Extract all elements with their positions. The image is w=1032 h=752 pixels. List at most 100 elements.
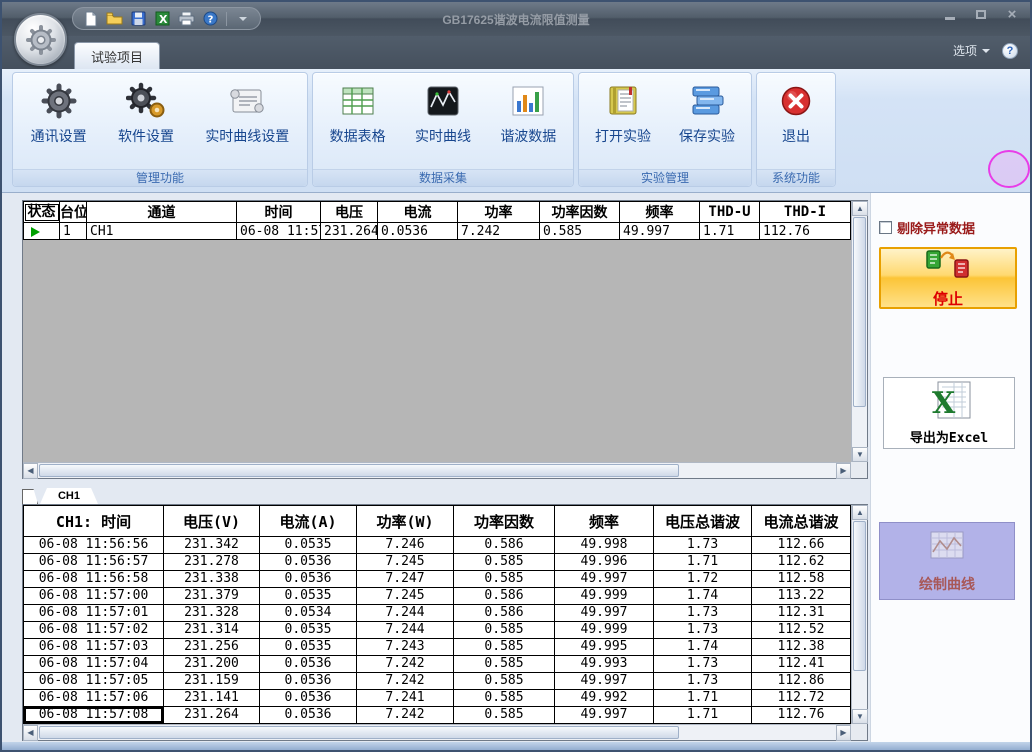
play-status-icon <box>31 227 40 237</box>
history-cell: 0.585 <box>454 690 555 707</box>
scroll-left-arrow[interactable]: ◀ <box>23 725 38 741</box>
scroll-thumb[interactable] <box>853 217 866 407</box>
history-cell: 06-08 11:57:05 <box>24 673 164 690</box>
history-row[interactable]: 06-08 11:57:08231.2640.05367.2420.58549.… <box>24 707 851 724</box>
exit-x-icon <box>778 80 814 122</box>
close-button[interactable]: × <box>1004 7 1020 22</box>
new-file-icon[interactable] <box>82 10 99 27</box>
scroll-track <box>680 725 836 740</box>
history-cell: 112.38 <box>752 639 851 656</box>
history-cell: 7.247 <box>357 571 454 588</box>
history-row[interactable]: 06-08 11:57:06231.1410.05367.2410.58549.… <box>24 690 851 707</box>
history-cell: 1.73 <box>654 673 752 690</box>
open-folder-icon[interactable] <box>106 10 123 27</box>
scroll-thumb[interactable] <box>39 464 679 477</box>
live-row[interactable]: 1 CH1 06-08 11:57:08 231.264 0.0536 7.24… <box>24 223 851 240</box>
print-icon[interactable] <box>178 10 195 27</box>
history-row[interactable]: 06-08 11:56:56231.3420.05357.2460.58649.… <box>24 537 851 554</box>
exclude-abnormal-checkbox[interactable]: 剔除异常数据 <box>879 218 975 237</box>
realtime-curve-button[interactable]: 实时曲线 <box>408 76 478 169</box>
comm-settings-button[interactable]: 通讯设置 <box>24 76 94 169</box>
scroll-down-arrow[interactable]: ▼ <box>852 709 868 724</box>
open-experiment-button[interactable]: 打开实验 <box>588 76 658 169</box>
bar-chart-icon <box>509 80 547 122</box>
app-menu-button[interactable] <box>14 13 67 66</box>
history-cell: 06-08 11:57:01 <box>24 605 164 622</box>
col-power: 功率 <box>458 202 540 223</box>
tab-ch1[interactable]: CH1 <box>40 488 98 504</box>
scroll-track <box>680 463 836 478</box>
history-cell: 0.0535 <box>260 537 357 554</box>
button-label: 软件设置 <box>118 126 174 146</box>
realtime-curve-settings-button[interactable]: 实时曲线设置 <box>198 76 296 169</box>
stop-button[interactable]: 停止 <box>879 247 1017 309</box>
history-row[interactable]: 06-08 11:57:03231.2560.05357.2430.58549.… <box>24 639 851 656</box>
scroll-up-arrow[interactable]: ▲ <box>852 201 868 216</box>
data-table-button[interactable]: 数据表格 <box>323 76 393 169</box>
history-cell: 06-08 11:57:04 <box>24 656 164 673</box>
harmonic-data-button[interactable]: 谐波数据 <box>493 76 563 169</box>
save-experiment-button[interactable]: 保存实验 <box>672 76 742 169</box>
oscilloscope-icon <box>424 80 462 122</box>
history-row[interactable]: 06-08 11:57:04231.2000.05367.2420.58549.… <box>24 656 851 673</box>
history-row[interactable]: 06-08 11:57:01231.3280.05347.2440.58649.… <box>24 605 851 622</box>
scroll-right-arrow[interactable]: ▶ <box>836 463 851 479</box>
history-cell: 112.58 <box>752 571 851 588</box>
col-power-factor: 功率因数 <box>454 506 555 537</box>
history-cell: 0.585 <box>454 707 555 724</box>
scroll-left-arrow[interactable]: ◀ <box>23 463 38 479</box>
history-cell: 0.0535 <box>260 622 357 639</box>
history-row[interactable]: 06-08 11:57:05231.1590.05367.2420.58549.… <box>24 673 851 690</box>
history-cell: 0.586 <box>454 605 555 622</box>
maximize-button[interactable] <box>973 7 989 22</box>
col-voltage-v: 电压(V) <box>164 506 260 537</box>
history-row[interactable]: 06-08 11:56:58231.3380.05367.2470.58549.… <box>24 571 851 588</box>
minimize-button[interactable] <box>942 7 958 22</box>
exit-button[interactable]: 退出 <box>771 76 821 169</box>
channel-tab-strip: CH1 <box>22 487 868 504</box>
history-cell: 06-08 11:56:56 <box>24 537 164 554</box>
save-icon[interactable] <box>130 10 147 27</box>
history-row[interactable]: 06-08 11:57:00231.3790.05357.2450.58649.… <box>24 588 851 605</box>
history-cell: 06-08 11:57:08 <box>24 707 164 724</box>
history-cell: 1.71 <box>654 690 752 707</box>
window-bottom-frame <box>2 742 1030 750</box>
scroll-down-arrow[interactable]: ▼ <box>852 447 868 462</box>
software-settings-button[interactable]: 软件设置 <box>111 76 181 169</box>
history-cell: 0.585 <box>454 639 555 656</box>
history-cell: 49.997 <box>555 571 654 588</box>
tab-test-project[interactable]: 试验项目 <box>74 42 160 69</box>
col-voltage-thd: 电压总谐波 <box>654 506 752 537</box>
checkbox-label: 剔除异常数据 <box>897 218 975 237</box>
pink-annotation-ellipse <box>988 150 1030 188</box>
history-cell: 231.256 <box>164 639 260 656</box>
checkbox-box <box>879 221 892 234</box>
draw-curve-button[interactable]: 绘制曲线 <box>879 522 1015 600</box>
history-cell: 112.41 <box>752 656 851 673</box>
scroll-track <box>852 408 867 447</box>
col-time: 时间 <box>237 202 321 223</box>
options-menu-button[interactable]: 选项 <box>953 42 990 59</box>
history-cell: 1.72 <box>654 571 752 588</box>
history-cell: 49.997 <box>555 707 654 724</box>
excel-icon[interactable]: X <box>154 10 171 27</box>
help-icon[interactable]: ? <box>1002 43 1018 59</box>
history-cell: 49.993 <box>555 656 654 673</box>
scroll-track <box>852 672 867 709</box>
scroll-right-arrow[interactable]: ▶ <box>836 725 851 741</box>
scroll-up-arrow[interactable]: ▲ <box>852 505 868 520</box>
col-power-factor: 功率因数 <box>540 202 620 223</box>
history-row[interactable]: 06-08 11:56:57231.2780.05367.2450.58549.… <box>24 554 851 571</box>
history-row[interactable]: 06-08 11:57:02231.3140.05357.2440.58549.… <box>24 622 851 639</box>
customize-toolbar-icon[interactable] <box>234 10 251 27</box>
scroll-thumb[interactable] <box>853 521 866 671</box>
scroll-thumb[interactable] <box>39 726 679 739</box>
app-window: X ? GB17625谐波电流限值测量 × <box>0 0 1032 752</box>
frequency-cell: 49.997 <box>620 223 700 240</box>
export-excel-button[interactable]: X 导出为Excel <box>883 377 1015 449</box>
history-cell: 112.72 <box>752 690 851 707</box>
window-controls: × <box>942 7 1020 22</box>
history-cell: 112.62 <box>752 554 851 571</box>
history-cell: 49.995 <box>555 639 654 656</box>
help-toolbar-icon[interactable]: ? <box>202 10 219 27</box>
